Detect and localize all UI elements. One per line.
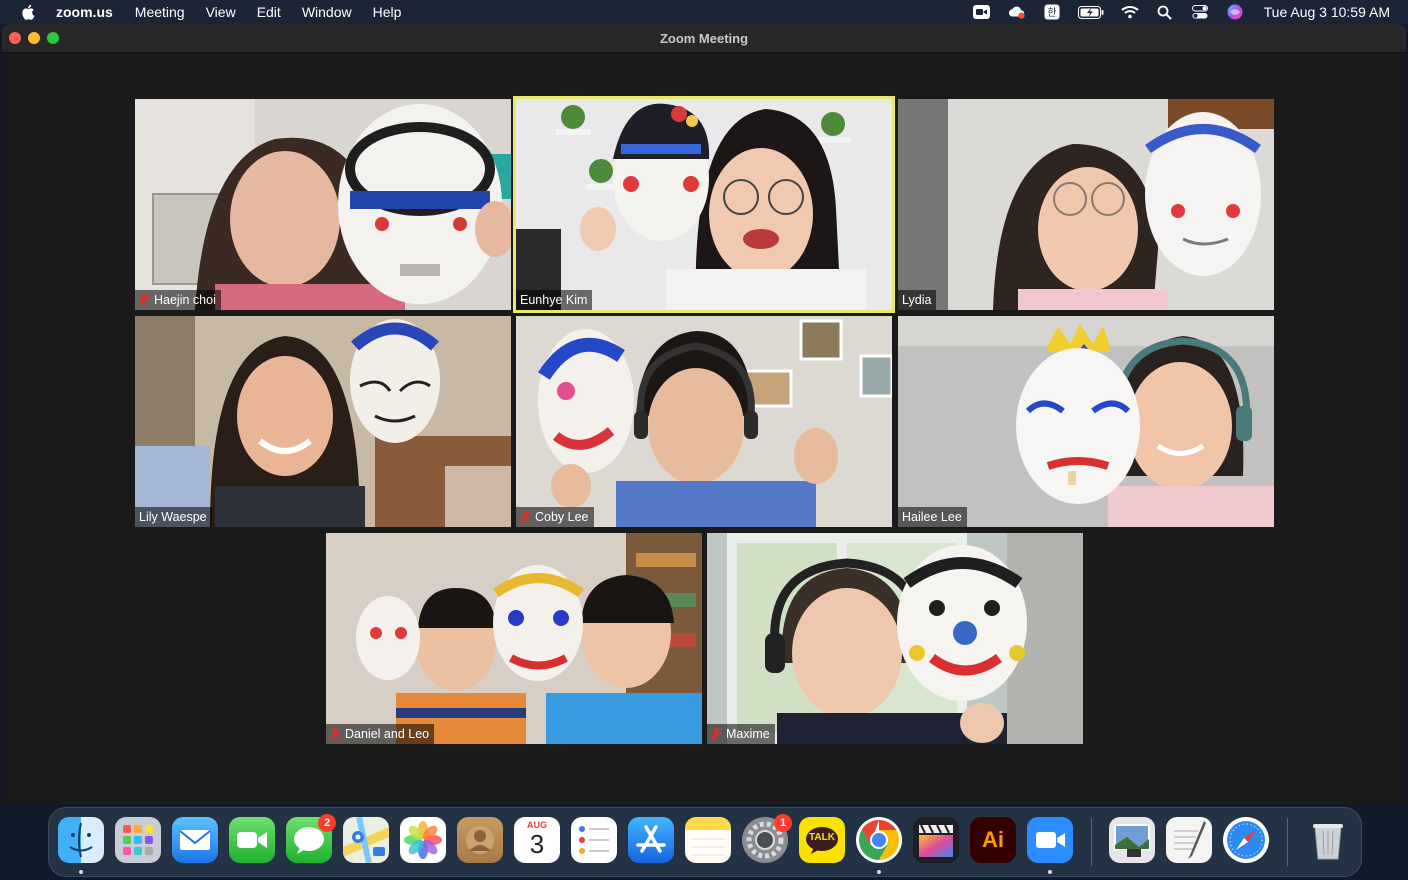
- participant-name-tag: Coby Lee: [516, 507, 594, 527]
- window-title: Zoom Meeting: [659, 30, 749, 46]
- participant-name: Haejin choi: [154, 293, 216, 307]
- participant-tile-active-speaker[interactable]: Eunhye Kim: [513, 96, 895, 313]
- input-method-icon[interactable]: 한: [1043, 4, 1061, 20]
- participant-tile[interactable]: Coby Lee: [516, 316, 892, 527]
- kakaotalk-icon[interactable]: TALK: [799, 817, 845, 863]
- running-indicator: [877, 870, 881, 874]
- calendar-day: 3: [529, 829, 545, 859]
- facetime-icon[interactable]: [229, 817, 275, 863]
- kakaotalk-label: TALK: [809, 832, 835, 843]
- control-center-icon[interactable]: [1191, 4, 1209, 20]
- participant-tile[interactable]: Maxime: [707, 533, 1083, 744]
- apple-menu-icon[interactable]: [20, 3, 38, 21]
- menu-bar: zoom.us Meeting View Edit Window Help 한 …: [0, 0, 1408, 24]
- calendar-icon[interactable]: AUG 3: [514, 817, 560, 863]
- gallery-view: Haejin choi Eunhye Kim Lydia Lily Waespe…: [2, 53, 1406, 804]
- window-titlebar[interactable]: Zoom Meeting: [2, 24, 1406, 53]
- dock-separator: [1091, 818, 1092, 866]
- participant-video: [707, 533, 1083, 744]
- dock: 2 AUG 3 1 TALK Ai: [48, 807, 1362, 877]
- muted-mic-icon: [139, 293, 149, 307]
- participant-tile[interactable]: Lydia: [898, 99, 1274, 310]
- participant-name-tag: Maxime: [707, 724, 775, 744]
- system-preferences-icon[interactable]: 1: [742, 814, 792, 863]
- system-preferences-badge: 1: [774, 814, 792, 832]
- participant-name: Coby Lee: [535, 510, 589, 524]
- participant-video: [516, 316, 892, 527]
- siri-icon[interactable]: [1226, 4, 1244, 20]
- participant-name: Daniel and Leo: [345, 727, 430, 741]
- participant-video: [135, 316, 511, 527]
- illustrator-label: Ai: [982, 827, 1004, 852]
- participant-name-tag: Hailee Lee: [898, 507, 967, 527]
- contacts-icon[interactable]: [457, 817, 503, 863]
- launchpad-icon[interactable]: [115, 817, 161, 863]
- battery-icon[interactable]: [1077, 4, 1104, 20]
- muted-mic-icon: [711, 727, 721, 741]
- menu-help[interactable]: Help: [373, 4, 402, 20]
- participant-video: [898, 316, 1274, 527]
- mail-icon[interactable]: [172, 817, 218, 863]
- participant-name-tag: Haejin choi: [135, 290, 221, 310]
- menu-view[interactable]: View: [206, 4, 236, 20]
- participant-tile[interactable]: Haejin choi: [135, 99, 511, 310]
- textedit-icon[interactable]: [1166, 817, 1212, 863]
- menubar-clock[interactable]: Tue Aug 3 10:59 AM: [1264, 4, 1390, 20]
- participant-name-tag: Eunhye Kim: [516, 290, 593, 310]
- messages-badge: 2: [318, 814, 336, 832]
- notes-icon[interactable]: [685, 817, 731, 863]
- safari-icon[interactable]: [1223, 817, 1269, 863]
- trash-icon[interactable]: [1305, 817, 1351, 863]
- running-indicator: [1048, 870, 1052, 874]
- chrome-icon[interactable]: [856, 817, 902, 863]
- maps-icon[interactable]: [343, 817, 389, 863]
- participant-tile[interactable]: Hailee Lee: [898, 316, 1274, 527]
- final-cut-pro-icon[interactable]: [913, 817, 959, 863]
- muted-mic-icon: [330, 727, 340, 741]
- preview-icon[interactable]: [1109, 817, 1155, 863]
- app-menu-zoom[interactable]: zoom.us: [56, 4, 113, 20]
- participant-tile[interactable]: Daniel and Leo: [326, 533, 702, 744]
- participant-tile[interactable]: Lily Waespe: [135, 316, 511, 527]
- participant-name-tag: Lily Waespe: [135, 507, 212, 527]
- participant-video: [135, 99, 511, 310]
- muted-mic-icon: [520, 510, 530, 524]
- participant-name: Hailee Lee: [902, 510, 962, 524]
- svg-text:한: 한: [1047, 7, 1056, 19]
- messages-icon[interactable]: 2: [286, 814, 336, 863]
- spotlight-search-icon[interactable]: [1156, 4, 1174, 20]
- participant-name-tag: Daniel and Leo: [326, 724, 435, 744]
- participant-video: [516, 99, 892, 310]
- participant-name: Lydia: [902, 293, 932, 307]
- photos-icon[interactable]: [400, 817, 446, 863]
- zoom-meeting-window: Zoom Meeting Haejin choi Eunhye Kim Lydi…: [2, 24, 1406, 804]
- participant-video: [898, 99, 1274, 310]
- wifi-icon[interactable]: [1120, 4, 1139, 20]
- participant-name: Maxime: [726, 727, 770, 741]
- participant-name: Eunhye Kim: [520, 293, 588, 307]
- fullscreen-window-button[interactable]: [47, 32, 59, 44]
- participant-video: [326, 533, 702, 744]
- dock-separator: [1287, 818, 1288, 866]
- illustrator-icon[interactable]: Ai: [970, 817, 1016, 863]
- creative-cloud-icon[interactable]: [1008, 4, 1026, 20]
- menu-meeting[interactable]: Meeting: [135, 4, 185, 20]
- running-indicator: [79, 870, 83, 874]
- participant-name: Lily Waespe: [139, 510, 207, 524]
- reminders-icon[interactable]: [571, 817, 617, 863]
- finder-icon[interactable]: [58, 817, 104, 863]
- minimize-window-button[interactable]: [28, 32, 40, 44]
- zoom-icon[interactable]: [973, 4, 991, 20]
- participant-name-tag: Lydia: [898, 290, 937, 310]
- menu-window[interactable]: Window: [302, 4, 352, 20]
- menu-edit[interactable]: Edit: [257, 4, 281, 20]
- zoom-app-icon[interactable]: [1027, 817, 1073, 863]
- app-store-icon[interactable]: [628, 817, 674, 863]
- close-window-button[interactable]: [9, 32, 21, 44]
